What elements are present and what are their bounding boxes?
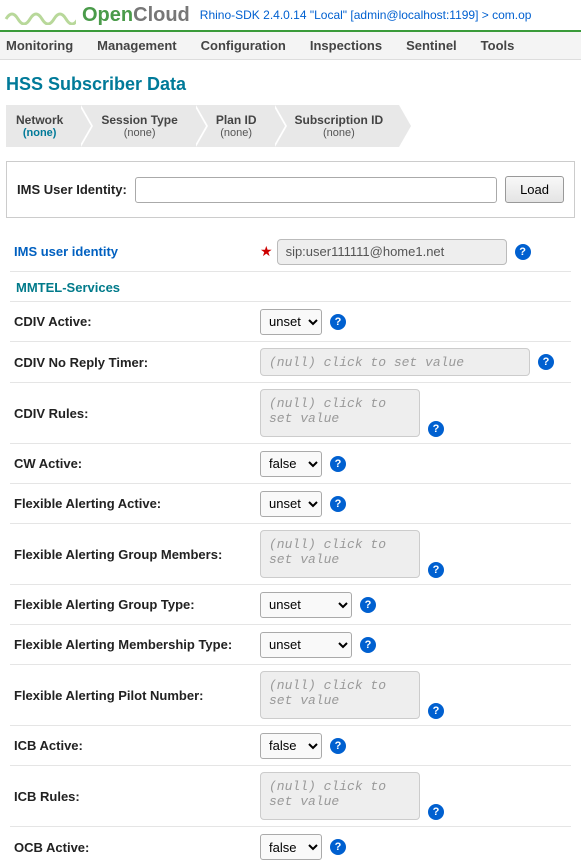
crumb-label: Session Type [101,113,177,127]
nav-bar: Monitoring Management Configuration Insp… [0,32,581,60]
crumb-label: Subscription ID [295,113,384,127]
nav-inspections[interactable]: Inspections [310,38,382,53]
help-icon[interactable]: ? [515,244,531,260]
cdiv-active-select[interactable]: unset [260,309,322,335]
icb-active-select[interactable]: false [260,733,322,759]
ims-identity-value[interactable]: sip:user111111@home1.net [277,239,507,265]
nav-tools[interactable]: Tools [481,38,515,53]
field-label: Flexible Alerting Active: [10,496,260,511]
field-label: Flexible Alerting Pilot Number: [10,688,260,703]
row-fa-members: Flexible Alerting Group Members: (null) … [10,524,571,585]
field-label: OCB Active: [10,840,260,855]
crumb-subscription-id[interactable]: Subscription ID (none) [273,105,400,147]
ims-identity-input[interactable] [135,177,497,203]
nav-management[interactable]: Management [97,38,176,53]
icb-rules-input[interactable]: (null) click to set value [260,772,420,820]
field-label: Flexible Alerting Membership Type: [10,637,260,652]
crumb-value: (none) [220,127,252,139]
crumb-session-type[interactable]: Session Type (none) [79,105,193,147]
form-area: IMS user identity ★ sip:user111111@home1… [0,232,581,867]
fa-members-input[interactable]: (null) click to set value [260,530,420,578]
row-fa-active: Flexible Alerting Active: unset ? [10,484,571,524]
row-ocb-active: OCB Active: false ? [10,827,571,867]
row-fa-pilot: Flexible Alerting Pilot Number: (null) c… [10,665,571,726]
help-icon[interactable]: ? [428,703,444,719]
row-cdiv-rules: CDIV Rules: (null) click to set value ? [10,383,571,444]
fa-membership-select[interactable]: unset [260,632,352,658]
help-icon[interactable]: ? [330,738,346,754]
help-icon[interactable]: ? [360,597,376,613]
nav-sentinel[interactable]: Sentinel [406,38,457,53]
row-ims-identity: IMS user identity ★ sip:user111111@home1… [10,232,571,272]
help-icon[interactable]: ? [330,314,346,330]
help-icon[interactable]: ? [428,562,444,578]
required-star-icon: ★ [260,243,273,260]
row-cdiv-active: CDIV Active: unset ? [10,302,571,342]
field-label: CW Active: [10,456,260,471]
help-icon[interactable]: ? [428,421,444,437]
cdiv-rules-input[interactable]: (null) click to set value [260,389,420,437]
field-label-ims-identity[interactable]: IMS user identity [10,244,260,259]
row-cw-active: CW Active: false ? [10,444,571,484]
crumb-value: (none) [23,127,57,139]
ims-identity-label: IMS User Identity: [17,182,127,197]
load-button[interactable]: Load [505,176,564,203]
crumb-label: Plan ID [216,113,257,127]
fa-active-select[interactable]: unset [260,491,322,517]
top-bar: OpenCloud Rhino-SDK 2.4.0.14 "Local" [ad… [0,0,581,32]
fa-group-type-select[interactable]: unset [260,592,352,618]
nav-configuration[interactable]: Configuration [201,38,286,53]
ocb-active-select[interactable]: false [260,834,322,860]
crumb-value: (none) [323,127,355,139]
row-fa-group-type: Flexible Alerting Group Type: unset ? [10,585,571,625]
crumb-label: Network [16,113,63,127]
logo-cloud: Cloud [133,4,190,26]
load-panel: IMS User Identity: Load [6,161,575,218]
breadcrumb: Network (none) Session Type (none) Plan … [0,105,581,161]
field-label: CDIV Active: [10,314,260,329]
field-label: Flexible Alerting Group Type: [10,597,260,612]
help-icon[interactable]: ? [428,804,444,820]
help-icon[interactable]: ? [330,496,346,512]
crumb-network[interactable]: Network (none) [6,105,79,147]
decorative-squiggle [4,5,76,25]
row-cdiv-no-reply: CDIV No Reply Timer: (null) click to set… [10,342,571,383]
header-path[interactable]: Rhino-SDK 2.4.0.14 "Local" [admin@localh… [200,8,532,22]
field-label: ICB Rules: [10,789,260,804]
field-label: CDIV No Reply Timer: [10,355,260,370]
field-label: CDIV Rules: [10,406,260,421]
field-label: ICB Active: [10,738,260,753]
row-icb-active: ICB Active: false ? [10,726,571,766]
nav-monitoring[interactable]: Monitoring [6,38,73,53]
help-icon[interactable]: ? [538,354,554,370]
fa-pilot-input[interactable]: (null) click to set value [260,671,420,719]
cdiv-no-reply-input[interactable]: (null) click to set value [260,348,530,376]
row-icb-rules: ICB Rules: (null) click to set value ? [10,766,571,827]
help-icon[interactable]: ? [330,839,346,855]
logo-open: Open [82,4,133,26]
field-label: Flexible Alerting Group Members: [10,547,260,562]
section-mmtel: MMTEL-Services [10,272,571,302]
logo: OpenCloud [82,4,190,27]
help-icon[interactable]: ? [330,456,346,472]
page-title: HSS Subscriber Data [0,60,581,105]
cw-active-select[interactable]: false [260,451,322,477]
row-fa-membership: Flexible Alerting Membership Type: unset… [10,625,571,665]
crumb-value: (none) [124,127,156,139]
help-icon[interactable]: ? [360,637,376,653]
